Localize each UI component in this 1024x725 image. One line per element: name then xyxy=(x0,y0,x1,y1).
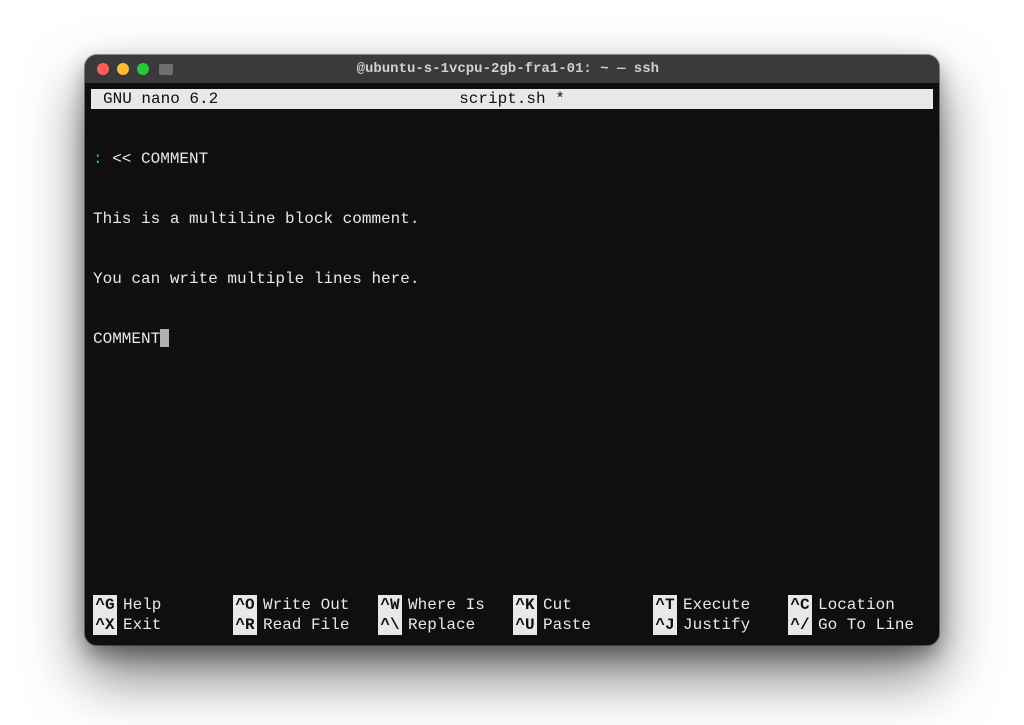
keylabel: Cut xyxy=(543,595,572,615)
minimize-icon[interactable] xyxy=(117,63,129,75)
shortcut-row: ^X Exit ^R Read File ^\ Replace ^U Paste ^J J… xyxy=(93,615,931,635)
terminal-area[interactable]: GNU nano 6.2 script.sh * : << COMMENT Th… xyxy=(85,83,939,645)
nano-app-name: GNU nano 6.2 xyxy=(93,89,218,109)
keylabel: Exit xyxy=(123,615,161,635)
heredoc-close: COMMENT xyxy=(93,330,160,348)
shortcut-location[interactable]: ^C Location xyxy=(788,595,938,615)
keycap: ^T xyxy=(653,595,677,615)
shortcut-row: ^G Help ^O Write Out ^W Where Is ^K Cut ^T Ex… xyxy=(93,595,931,615)
shortcut-read-file[interactable]: ^R Read File xyxy=(233,615,378,635)
editor-line: This is a multiline block comment. xyxy=(93,209,931,229)
tab-icon xyxy=(159,64,173,75)
shortcut-go-to-line[interactable]: ^/ Go To Line xyxy=(788,615,938,635)
cursor xyxy=(160,329,169,347)
terminal-window: @ubuntu-s-1vcpu-2gb-fra1-01: ~ — ssh GNU… xyxy=(85,55,939,645)
keycap: ^W xyxy=(378,595,402,615)
editor-body[interactable]: : << COMMENT This is a multiline block c… xyxy=(91,109,933,595)
shortcut-justify[interactable]: ^J Justify xyxy=(653,615,788,635)
keycap: ^X xyxy=(93,615,117,635)
keycap: ^\ xyxy=(378,615,402,635)
close-icon[interactable] xyxy=(97,63,109,75)
keycap: ^O xyxy=(233,595,257,615)
nano-shortcut-bar: ^G Help ^O Write Out ^W Where Is ^K Cut ^T Ex… xyxy=(91,595,933,639)
heredoc-colon: : xyxy=(93,150,112,168)
window-title: @ubuntu-s-1vcpu-2gb-fra1-01: ~ — ssh xyxy=(85,61,939,77)
shortcut-paste[interactable]: ^U Paste xyxy=(513,615,653,635)
traffic-lights xyxy=(97,63,149,75)
editor-line: COMMENT xyxy=(93,329,931,349)
keylabel: Where Is xyxy=(408,595,485,615)
keycap: ^R xyxy=(233,615,257,635)
keylabel: Paste xyxy=(543,615,591,635)
shortcut-execute[interactable]: ^T Execute xyxy=(653,595,788,615)
keylabel: Go To Line xyxy=(818,615,914,635)
keylabel: Read File xyxy=(263,615,349,635)
shortcut-write-out[interactable]: ^O Write Out xyxy=(233,595,378,615)
keylabel: Write Out xyxy=(263,595,349,615)
heredoc-open: << COMMENT xyxy=(112,150,208,168)
keylabel: Help xyxy=(123,595,161,615)
keycap: ^/ xyxy=(788,615,812,635)
keylabel: Justify xyxy=(683,615,750,635)
maximize-icon[interactable] xyxy=(137,63,149,75)
editor-line: : << COMMENT xyxy=(93,149,931,169)
shortcut-where-is[interactable]: ^W Where Is xyxy=(378,595,513,615)
keylabel: Location xyxy=(818,595,895,615)
keycap: ^G xyxy=(93,595,117,615)
keylabel: Replace xyxy=(408,615,475,635)
keycap: ^K xyxy=(513,595,537,615)
editor-line: You can write multiple lines here. xyxy=(93,269,931,289)
keycap: ^C xyxy=(788,595,812,615)
keycap: ^J xyxy=(653,615,677,635)
nano-header: GNU nano 6.2 script.sh * xyxy=(91,89,933,109)
titlebar: @ubuntu-s-1vcpu-2gb-fra1-01: ~ — ssh xyxy=(85,55,939,83)
shortcut-help[interactable]: ^G Help xyxy=(93,595,233,615)
shortcut-cut[interactable]: ^K Cut xyxy=(513,595,653,615)
shortcut-replace[interactable]: ^\ Replace xyxy=(378,615,513,635)
shortcut-exit[interactable]: ^X Exit xyxy=(93,615,233,635)
keylabel: Execute xyxy=(683,595,750,615)
keycap: ^U xyxy=(513,615,537,635)
